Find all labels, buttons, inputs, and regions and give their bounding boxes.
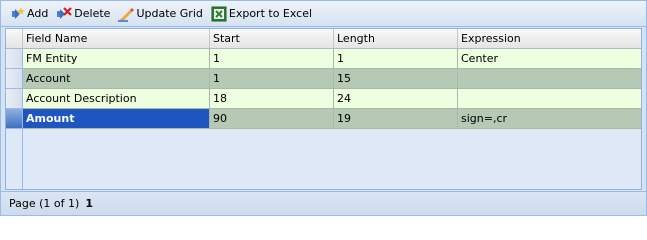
cell-expression[interactable]: sign=,cr — [458, 109, 641, 129]
add-label: Add — [27, 7, 49, 20]
cell-start[interactable]: 1 — [210, 69, 334, 89]
table-row[interactable]: Account Description 18 24 — [6, 89, 641, 109]
table-row[interactable]: FM Entity 1 1 Center — [6, 49, 641, 69]
cell-length[interactable]: 15 — [334, 69, 458, 89]
cell-start[interactable]: 1 — [210, 49, 334, 69]
grid-panel: Add Delete Update Grid Export to Excel F… — [0, 0, 647, 216]
row-header[interactable] — [6, 49, 23, 69]
cell-field-name[interactable]: FM Entity — [23, 49, 210, 69]
toolbar: Add Delete Update Grid Export to Excel — [1, 1, 646, 27]
cell-field-name[interactable]: Amount — [23, 109, 210, 129]
cell-expression[interactable] — [458, 69, 641, 89]
table-row[interactable]: Account 1 15 — [6, 69, 641, 89]
add-button[interactable]: Add — [9, 6, 48, 22]
row-header-gutter — [6, 129, 23, 189]
cell-field-name[interactable]: Account Description — [23, 89, 210, 109]
paging-toolbar: Page (1 of 1) 1 — [1, 191, 646, 215]
delete-icon — [56, 6, 73, 22]
page-link[interactable]: 1 — [85, 197, 93, 210]
export-excel-button[interactable]: Export to Excel — [211, 6, 312, 22]
cell-length[interactable]: 24 — [334, 89, 458, 109]
row-header-corner — [6, 29, 23, 48]
export-excel-label: Export to Excel — [228, 7, 313, 20]
cell-start[interactable]: 18 — [210, 89, 334, 109]
delete-label: Delete — [74, 7, 111, 20]
column-header-field-name[interactable]: Field Name — [23, 29, 210, 48]
cell-expression[interactable]: Center — [458, 49, 641, 69]
add-icon — [9, 6, 25, 22]
row-header[interactable] — [6, 109, 23, 129]
cell-length[interactable]: 19 — [334, 109, 458, 129]
table-row-selected[interactable]: Amount 90 19 sign=,cr — [6, 109, 641, 129]
column-header-start[interactable]: Start — [210, 29, 334, 48]
data-grid: Field Name Start Length Expression FM En… — [5, 28, 642, 190]
cell-length[interactable]: 1 — [334, 49, 458, 69]
page-info: Page (1 of 1) — [9, 197, 80, 210]
column-header-length[interactable]: Length — [334, 29, 458, 48]
delete-button[interactable]: Delete — [56, 6, 110, 22]
pencil-icon — [118, 6, 135, 22]
update-grid-button[interactable]: Update Grid — [118, 6, 203, 22]
cell-field-name[interactable]: Account — [23, 69, 210, 89]
cell-start[interactable]: 90 — [210, 109, 334, 129]
row-header[interactable] — [6, 69, 23, 89]
row-header[interactable] — [6, 89, 23, 109]
grid-header: Field Name Start Length Expression — [6, 29, 641, 49]
column-header-expression[interactable]: Expression — [458, 29, 641, 48]
cell-expression[interactable] — [458, 89, 641, 109]
update-grid-label: Update Grid — [136, 7, 203, 20]
excel-icon — [211, 6, 227, 22]
